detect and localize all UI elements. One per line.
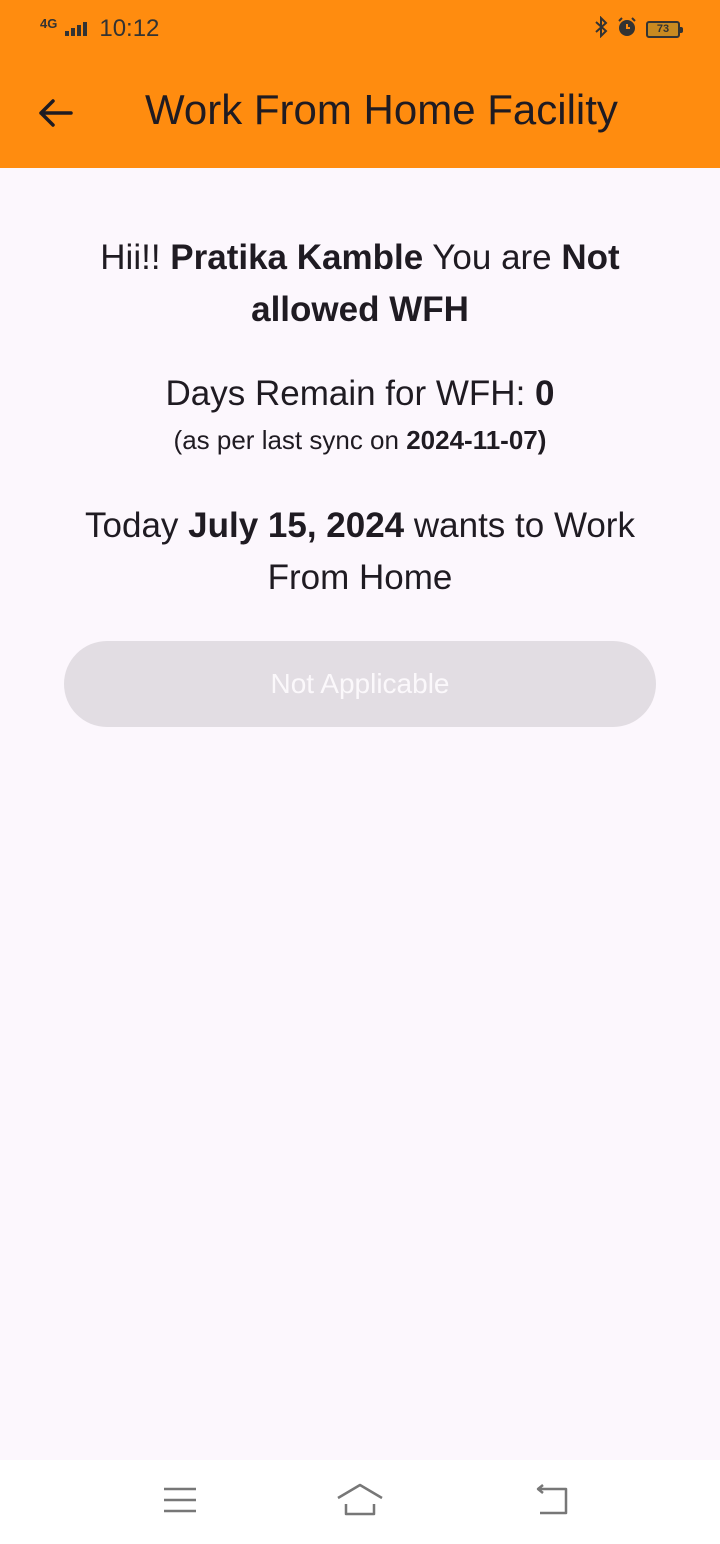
status-time: 10:12 (99, 15, 160, 42)
greeting-text: Hii!! Pratika Kamble You are Not allowed… (40, 232, 680, 336)
days-remain-label: Days Remain for WFH: (165, 374, 536, 413)
greeting-prefix: Hii!! (100, 238, 171, 277)
menu-nav-button[interactable] (155, 1480, 205, 1524)
alarm-icon (616, 16, 638, 43)
home-icon (335, 1482, 385, 1523)
sync-date: 2024-11-07 (406, 425, 538, 455)
arrow-left-icon (37, 97, 73, 134)
system-nav-bar (0, 1460, 720, 1544)
not-applicable-button[interactable]: Not Applicable (64, 641, 656, 727)
sync-prefix: (as per last sync on (173, 425, 407, 455)
status-right: 73 (594, 15, 683, 43)
home-nav-button[interactable] (335, 1480, 385, 1524)
status-left: 4G 10:12 (40, 15, 159, 43)
days-remain-text: Days Remain for WFH: 0 (40, 368, 680, 420)
network-type: 4G (40, 15, 58, 31)
sync-suffix: ) (537, 425, 547, 455)
greeting-middle: You are (423, 238, 562, 277)
app-bar: Work From Home Facility (0, 58, 720, 168)
employee-name: Pratika Kamble (170, 238, 424, 277)
days-remain-value: 0 (535, 374, 555, 413)
wfh-screen: 4G 10:12 73 Work From Home Facility Hii!… (0, 0, 720, 1544)
today-prefix: Today (85, 506, 189, 545)
last-sync-text: (as per last sync on 2024-11-07) (40, 422, 680, 458)
back-nav-button[interactable] (525, 1480, 575, 1524)
today-text: Today July 15, 2024 wants to Work From H… (40, 500, 680, 604)
menu-icon (162, 1485, 198, 1520)
back-button[interactable] (30, 90, 80, 140)
battery-icon: 73 (646, 20, 683, 38)
page-title: Work From Home Facility (145, 86, 618, 133)
today-date: July 15, 2024 (188, 506, 405, 545)
return-icon (530, 1483, 570, 1522)
signal-icon (65, 22, 88, 36)
bluetooth-icon (594, 15, 608, 43)
status-bar: 4G 10:12 73 (0, 0, 720, 58)
